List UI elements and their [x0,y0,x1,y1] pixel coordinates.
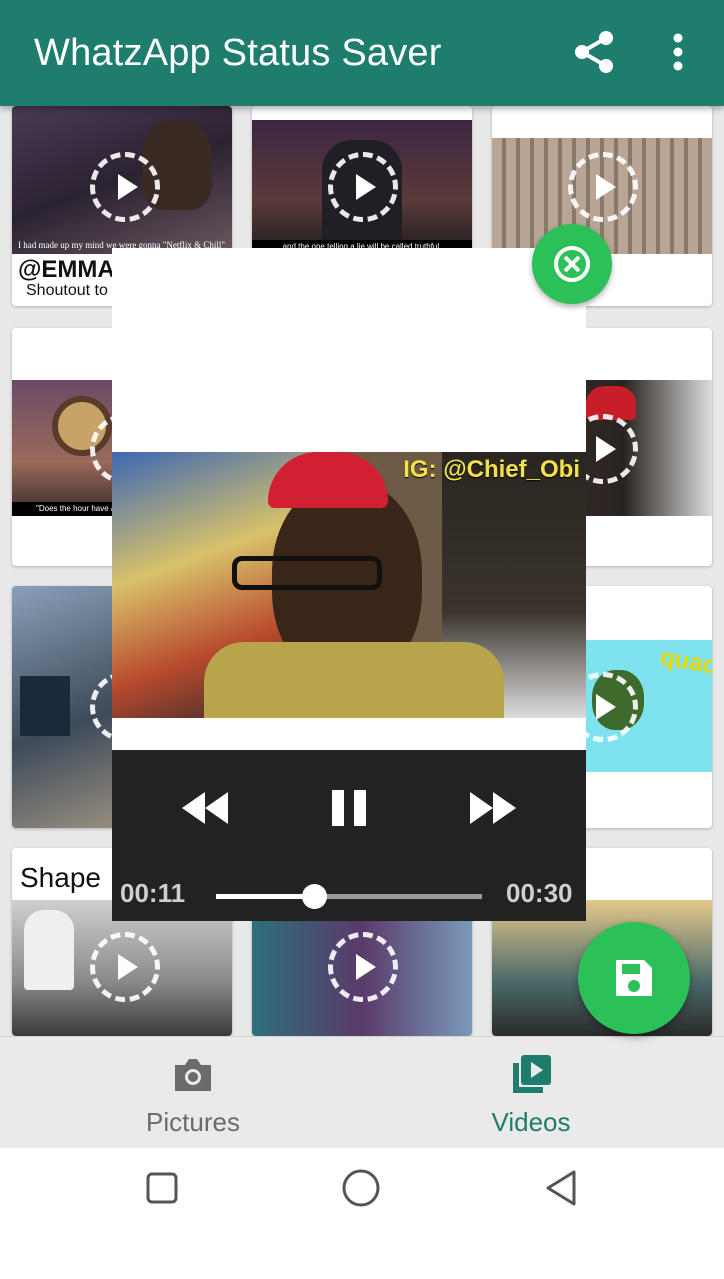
current-time: 00:11 [120,878,186,908]
system-navigation-bar [0,1148,724,1279]
app-bar: WhatzApp Status Saver [0,0,724,106]
share-icon[interactable] [572,30,616,74]
play-icon [90,932,160,1002]
video-watermark: IG: @Chief_Obi [403,456,580,483]
play-icon [328,152,398,222]
save-button[interactable] [578,922,690,1034]
triangle-back-icon[interactable] [540,1166,584,1210]
video-player-dialog: IG: @Chief_Obi 00:11 00:30 [112,248,586,921]
video-library-icon [513,1055,551,1093]
tab-label: Videos [491,1107,571,1137]
pause-icon[interactable] [330,788,368,828]
tab-pictures[interactable]: Pictures [12,1037,374,1149]
close-icon [554,246,590,282]
rewind-icon[interactable] [180,790,230,826]
seek-thumb[interactable] [302,884,328,909]
tab-videos[interactable]: Videos [350,1037,712,1149]
media-controls: 00:11 00:30 [112,750,586,921]
seek-progress [216,894,315,899]
total-time: 00:30 [506,878,573,908]
thumb-duck-text: quac [658,643,712,680]
bottom-navigation: Pictures Videos [0,1036,724,1148]
tab-label: Pictures [146,1107,240,1137]
play-icon [90,152,160,222]
camera-icon [175,1059,211,1091]
seek-bar[interactable] [216,884,482,909]
fast-forward-icon[interactable] [468,790,518,826]
app-title: WhatzApp Status Saver [34,31,442,74]
video-frame[interactable]: IG: @Chief_Obi [112,452,586,718]
save-icon [616,960,652,996]
play-icon [568,152,638,222]
video-caption: Shape [20,862,101,893]
thumb-handle: @EMMA [18,256,115,283]
play-icon [328,932,398,1002]
more-vert-icon[interactable] [664,32,692,72]
app-screen: WhatzApp Status Saver I had made up my m… [0,0,724,1279]
circle-icon[interactable] [339,1166,383,1210]
square-icon[interactable] [140,1166,184,1210]
close-player-button[interactable] [532,224,612,304]
